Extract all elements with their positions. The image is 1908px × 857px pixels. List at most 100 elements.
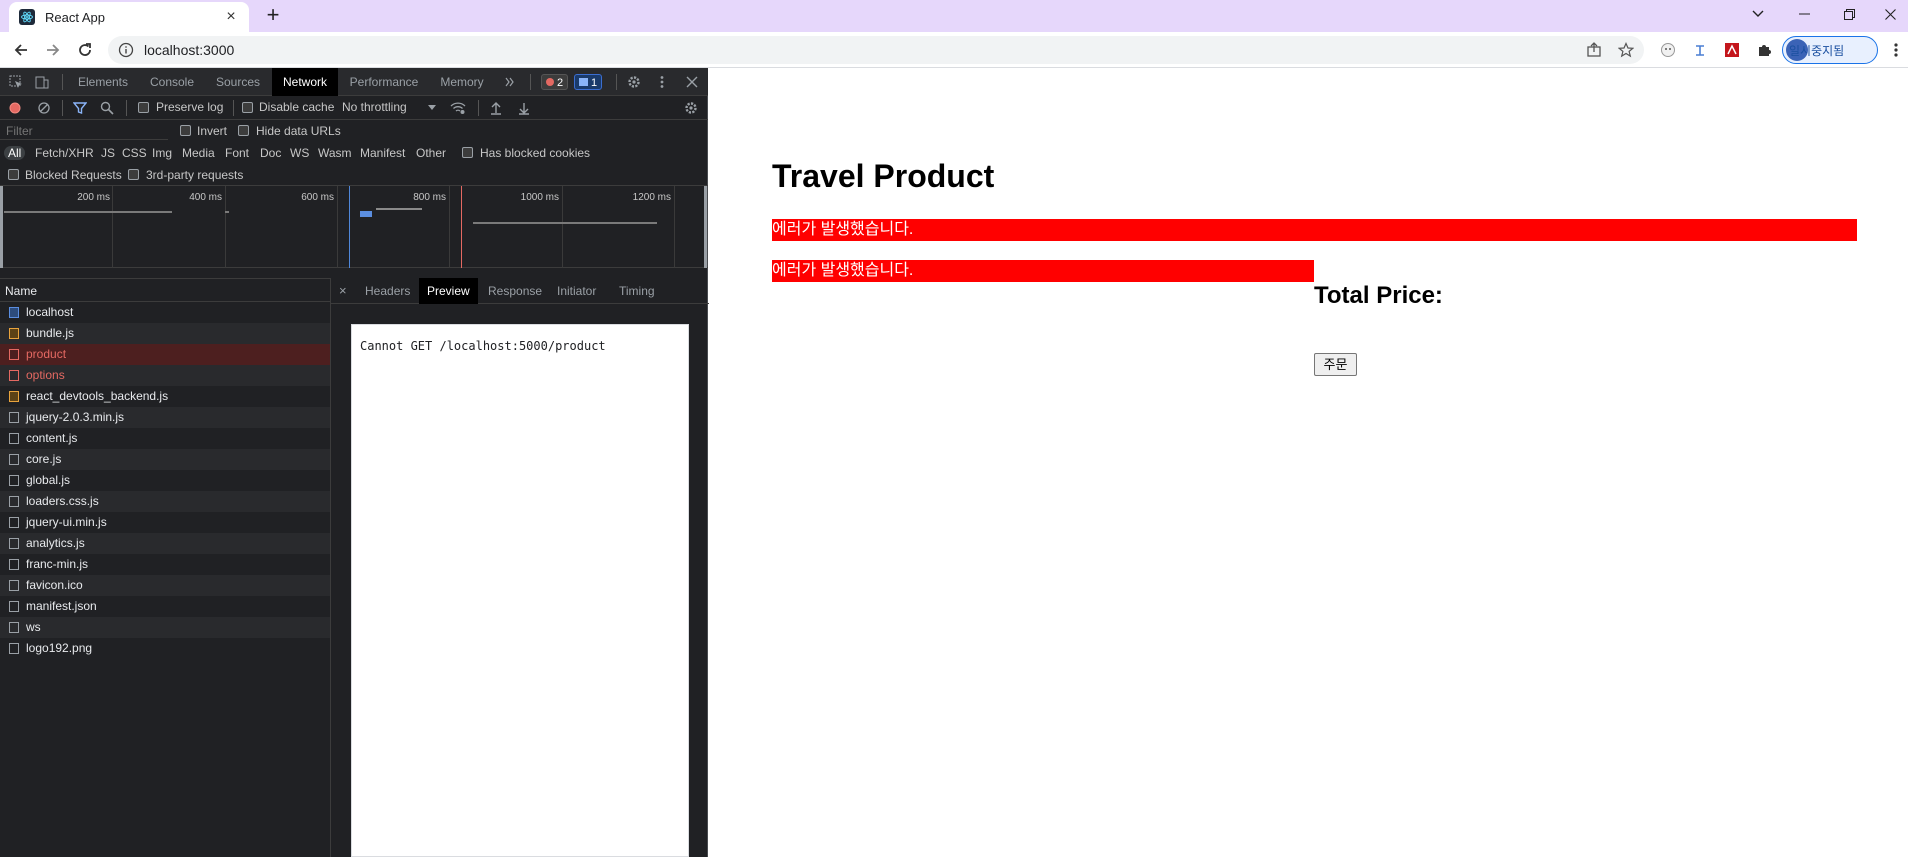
filter-img[interactable]: Img <box>152 146 172 160</box>
profile-button[interactable]: 일시중지됨 <box>1782 36 1878 64</box>
filter-ws[interactable]: WS <box>290 146 309 160</box>
export-har-icon[interactable] <box>516 100 532 116</box>
blocked-requests-checkbox[interactable] <box>8 169 19 180</box>
preserve-log-checkbox[interactable] <box>138 102 149 113</box>
close-devtools-icon[interactable] <box>684 74 700 90</box>
record-icon[interactable] <box>7 100 23 116</box>
restore-button[interactable] <box>1827 0 1871 28</box>
timeline-tick: 1200 ms <box>632 192 671 203</box>
timeline-overview[interactable]: 200 ms 400 ms 600 ms 800 ms 1000 ms 1200… <box>0 186 708 268</box>
new-tab-button[interactable]: + <box>260 4 286 28</box>
file-icon <box>9 517 19 528</box>
throttling-select[interactable]: No throttling <box>342 100 407 114</box>
filter-funnel-icon[interactable] <box>72 100 88 116</box>
tab-timing[interactable]: Timing <box>619 278 655 304</box>
extension-face-icon[interactable] <box>1658 40 1678 60</box>
filter-css[interactable]: CSS <box>122 146 147 160</box>
request-row[interactable]: logo192.png <box>0 638 330 659</box>
dropdown-caret-icon[interactable] <box>424 100 440 116</box>
request-row[interactable]: ws <box>0 617 330 638</box>
tab-preview[interactable]: Preview <box>419 278 478 304</box>
share-icon[interactable] <box>1584 40 1604 60</box>
timeline-right-handle[interactable] <box>704 186 707 268</box>
address-bar[interactable]: localhost:3000 <box>108 36 1644 64</box>
extension-red-icon[interactable] <box>1722 40 1742 60</box>
message-count-badge[interactable]: 1 <box>574 74 603 90</box>
request-row[interactable]: franc-min.js <box>0 554 330 575</box>
network-conditions-wifi-icon[interactable] <box>450 100 466 116</box>
request-row[interactable]: bundle.js <box>0 323 330 344</box>
site-info-icon[interactable] <box>118 42 134 58</box>
tab-console[interactable]: Console <box>140 68 204 96</box>
timeline-waterfall-bar <box>360 211 372 217</box>
extension-translate-icon[interactable] <box>1690 40 1710 60</box>
device-toolbar-icon[interactable] <box>34 74 50 90</box>
tab-sources[interactable]: Sources <box>208 68 268 96</box>
name-column-header[interactable]: Name <box>0 278 330 302</box>
error-count-badge[interactable]: 2 <box>541 74 569 90</box>
tab-performance[interactable]: Performance <box>342 68 426 96</box>
request-row[interactable]: manifest.json <box>0 596 330 617</box>
request-row[interactable]: react_devtools_backend.js <box>0 386 330 407</box>
request-name: logo192.png <box>26 641 93 655</box>
forward-arrow-icon[interactable] <box>41 38 65 62</box>
filter-all[interactable]: All <box>4 146 26 160</box>
filter-manifest[interactable]: Manifest <box>360 146 405 160</box>
close-window-button[interactable] <box>1872 0 1908 28</box>
request-row[interactable]: global.js <box>0 470 330 491</box>
tab-network[interactable]: Network <box>272 68 338 96</box>
request-row[interactable]: favicon.ico <box>0 575 330 596</box>
extensions-puzzle-icon[interactable] <box>1754 40 1774 60</box>
filter-font[interactable]: Font <box>225 146 249 160</box>
devtools-menu-icon[interactable] <box>654 74 670 90</box>
filter-media[interactable]: Media <box>182 146 215 160</box>
more-tabs-chevron-icon[interactable] <box>502 74 518 90</box>
hide-data-urls-label: Hide data URLs <box>256 124 341 138</box>
request-row[interactable]: product <box>0 344 330 365</box>
settings-gear-icon[interactable] <box>626 74 642 90</box>
filter-wasm[interactable]: Wasm <box>318 146 352 160</box>
tab-initiator[interactable]: Initiator <box>557 278 596 304</box>
filter-input[interactable] <box>0 122 168 140</box>
search-icon[interactable] <box>99 100 115 116</box>
request-row[interactable]: core.js <box>0 449 330 470</box>
minimize-button[interactable] <box>1782 0 1826 28</box>
clear-icon[interactable] <box>36 100 52 116</box>
tab-close-icon[interactable]: × <box>221 8 241 26</box>
tab-headers[interactable]: Headers <box>365 278 410 304</box>
tab-response[interactable]: Response <box>488 278 542 304</box>
request-row[interactable]: analytics.js <box>0 533 330 554</box>
request-row[interactable]: jquery-ui.min.js <box>0 512 330 533</box>
reload-icon[interactable] <box>73 38 97 62</box>
third-party-requests-checkbox[interactable] <box>128 169 139 180</box>
request-row[interactable]: localhost <box>0 302 330 323</box>
import-har-icon[interactable] <box>488 100 504 116</box>
request-name: loaders.css.js <box>26 494 99 508</box>
request-row[interactable]: options <box>0 365 330 386</box>
back-arrow-icon[interactable] <box>9 38 33 62</box>
toolbar-divider <box>62 74 63 90</box>
tab-elements[interactable]: Elements <box>72 68 134 96</box>
tab-memory[interactable]: Memory <box>432 68 492 96</box>
timeline-left-handle[interactable] <box>0 186 3 268</box>
third-party-requests-label: 3rd-party requests <box>146 168 244 182</box>
bookmark-star-icon[interactable] <box>1616 40 1636 60</box>
filter-doc[interactable]: Doc <box>260 146 281 160</box>
chrome-menu-icon[interactable] <box>1888 40 1904 60</box>
filter-js[interactable]: JS <box>101 146 115 160</box>
filter-other[interactable]: Other <box>416 146 446 160</box>
hide-data-urls-checkbox[interactable] <box>238 125 249 136</box>
order-button[interactable]: 주문 <box>1314 353 1357 376</box>
close-detail-icon[interactable]: × <box>339 278 347 304</box>
disable-cache-checkbox[interactable] <box>242 102 253 113</box>
request-row[interactable]: jquery-2.0.3.min.js <box>0 407 330 428</box>
inspect-element-icon[interactable] <box>8 74 24 90</box>
request-row[interactable]: content.js <box>0 428 330 449</box>
browser-tab[interactable]: React App × <box>9 2 249 32</box>
filter-fetch-xhr[interactable]: Fetch/XHR <box>35 146 94 160</box>
request-row[interactable]: loaders.css.js <box>0 491 330 512</box>
has-blocked-cookies-checkbox[interactable] <box>462 147 473 158</box>
tab-search-icon[interactable] <box>1736 0 1780 28</box>
invert-checkbox[interactable] <box>180 125 191 136</box>
network-settings-gear-icon[interactable] <box>683 100 699 116</box>
